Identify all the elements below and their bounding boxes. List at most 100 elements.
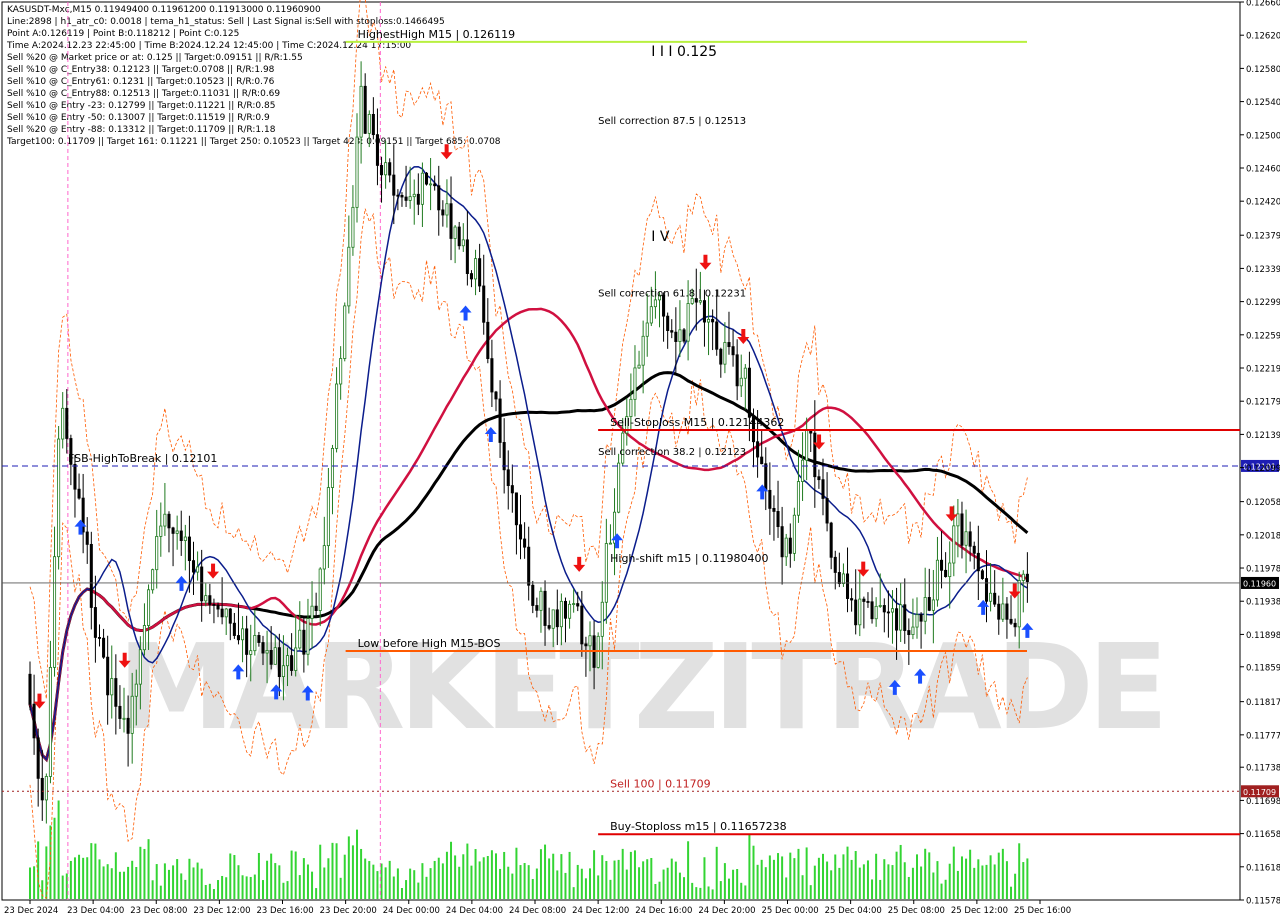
candle-body	[948, 562, 952, 578]
buy-arrow-icon	[459, 305, 472, 321]
candle-body	[343, 305, 347, 359]
candle-body	[964, 531, 968, 546]
candle-body	[138, 649, 142, 685]
candle-body	[825, 498, 829, 524]
candle-body	[997, 603, 1001, 620]
sell-arrow-icon	[737, 329, 750, 345]
candle-body	[482, 285, 486, 323]
candle-body	[645, 322, 649, 337]
candle-body	[837, 572, 841, 584]
candle-body	[253, 635, 257, 652]
candle-body	[89, 543, 93, 608]
level-label: Buy-Stoploss m15 | 0.11657238	[610, 820, 786, 833]
candle-body	[543, 590, 547, 626]
buy-arrow-icon	[74, 519, 87, 535]
candle-body	[306, 618, 310, 655]
candle-body	[363, 85, 367, 134]
y-axis-tick-label: 0.11859	[1246, 663, 1280, 673]
candle-body	[290, 655, 294, 671]
candle-body	[396, 194, 400, 197]
candle-body	[351, 206, 355, 248]
candle-body	[85, 531, 89, 545]
y-axis-tick-label: 0.12580	[1246, 65, 1280, 75]
candle-body	[801, 459, 805, 482]
candle-body	[159, 525, 163, 537]
candle-body	[200, 566, 204, 602]
candle-body	[1013, 622, 1017, 628]
candle-body	[367, 113, 371, 134]
y-axis-tick-label: 0.11578	[1246, 897, 1280, 907]
candle-body	[73, 463, 77, 490]
candle-body	[183, 536, 187, 542]
x-axis-tick-label: 23 Dec 12:00	[193, 906, 250, 916]
candle-body	[277, 647, 281, 677]
candle-body	[551, 609, 555, 629]
candle-body	[993, 592, 997, 605]
candle-body	[220, 608, 224, 618]
candle-body	[739, 377, 743, 387]
candle-body	[899, 604, 903, 631]
x-axis-tick-label: 25 Dec 12:00	[951, 906, 1008, 916]
candle-body	[28, 673, 32, 705]
candle-body	[257, 635, 261, 643]
level-label: HighestHigh M15 | 0.126119	[358, 28, 516, 41]
candle-body	[588, 635, 592, 647]
candle-body	[535, 605, 539, 611]
candle-body	[805, 429, 809, 461]
candle-body	[380, 165, 384, 176]
sell-arrow-icon	[573, 556, 586, 572]
candle-body	[453, 226, 457, 239]
x-axis-tick-label: 24 Dec 12:00	[572, 906, 629, 916]
sell-arrow-icon	[207, 563, 220, 579]
candle-body	[523, 538, 527, 548]
candle-body	[102, 637, 106, 658]
level-label: FSB-HighToBreak | 0.12101	[68, 452, 217, 465]
candle-body	[273, 647, 277, 665]
candle-body	[756, 441, 760, 458]
candle-body	[903, 604, 907, 631]
chart-annotation: Sell correction 38.2 | 0.12123	[598, 447, 746, 458]
candle-body	[142, 625, 146, 651]
candle-body	[1021, 573, 1025, 581]
candle-body	[461, 239, 465, 247]
candle-body	[245, 628, 249, 655]
candle-body	[32, 703, 36, 739]
candle-body	[989, 592, 993, 602]
candle-body	[1017, 580, 1021, 628]
candle-body	[817, 476, 821, 481]
chart-annotation: Sell correction 61.8 | 0.12231	[598, 289, 746, 300]
candle-body	[956, 513, 960, 527]
x-axis-tick-label: 25 Dec 16:00	[1014, 906, 1071, 916]
candle-body	[813, 432, 817, 478]
candle-body	[780, 526, 784, 558]
y-axis-tick-label: 0.12179	[1246, 398, 1280, 408]
candle-body	[711, 318, 715, 323]
candle-body	[359, 85, 363, 138]
candle-body	[48, 666, 52, 777]
candle-body	[40, 777, 44, 801]
candle-body	[302, 629, 306, 655]
candle-body	[874, 605, 878, 620]
price-chart[interactable]: MARKETZITRADEHighestHigh M15 | 0.126119S…	[0, 0, 1280, 920]
candle-body	[371, 113, 375, 136]
candle-body	[723, 342, 727, 365]
candle-body	[747, 367, 751, 418]
candle-body	[224, 608, 228, 618]
y-axis-tick-label: 0.12420	[1246, 198, 1280, 208]
y-axis-tick-label: 0.11658	[1246, 830, 1280, 840]
buy-arrow-icon	[611, 533, 624, 549]
candle-body	[829, 522, 833, 558]
candle-body	[919, 614, 923, 622]
candle-body	[445, 203, 449, 216]
candle-body	[314, 605, 318, 611]
candle-body	[678, 329, 682, 342]
chart-annotation: I I I 0.125	[651, 44, 717, 60]
candle-body	[318, 568, 322, 611]
x-axis-tick-label: 24 Dec 20:00	[698, 906, 755, 916]
candle-body	[474, 258, 478, 280]
candle-body	[420, 172, 424, 205]
candle-body	[106, 656, 110, 696]
candle-body	[649, 306, 653, 324]
sell-arrow-icon	[699, 254, 712, 270]
candle-body	[465, 239, 469, 274]
